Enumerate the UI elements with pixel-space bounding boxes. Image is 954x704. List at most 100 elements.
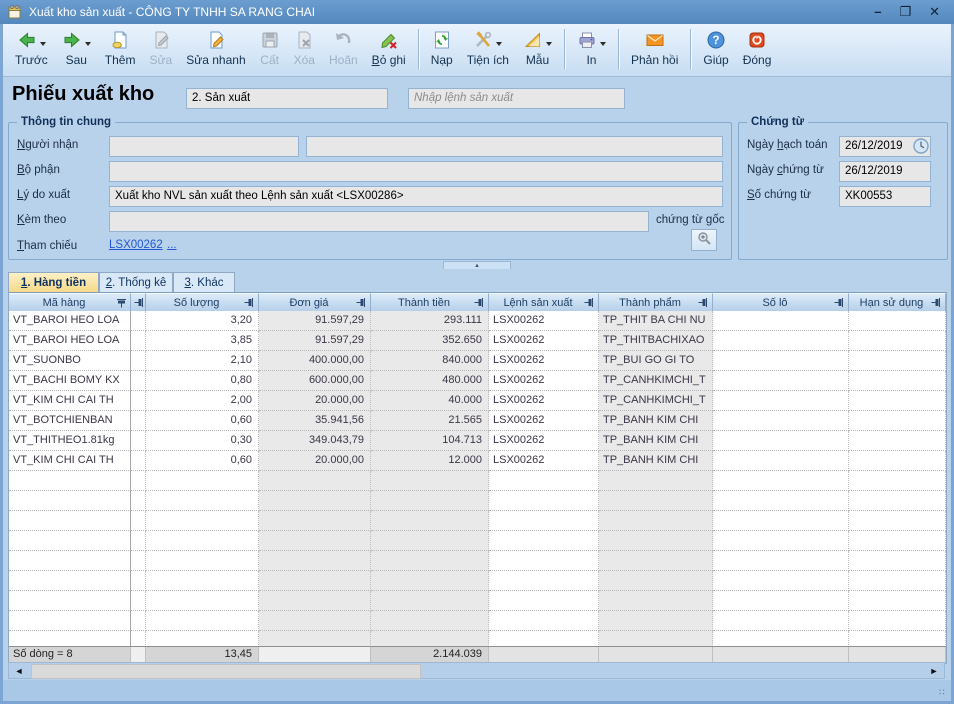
- cell[interactable]: TP_THIT BA CHI NU: [599, 311, 713, 331]
- cell[interactable]: [849, 431, 946, 451]
- toolbar-button-tien-ich[interactable]: Tiện ích: [460, 28, 516, 67]
- cell[interactable]: [713, 311, 849, 331]
- maximize-icon[interactable]: ❐: [899, 0, 911, 24]
- dropdown-caret-icon[interactable]: [85, 42, 91, 46]
- pin-icon[interactable]: [834, 297, 845, 308]
- cell[interactable]: LSX00262: [489, 411, 599, 431]
- cell[interactable]: 91.597,29: [259, 331, 371, 351]
- cell[interactable]: VT_BAROI HEO LOA: [9, 331, 131, 351]
- cell[interactable]: [713, 371, 849, 391]
- cell[interactable]: 91.597,29: [259, 311, 371, 331]
- cell[interactable]: [131, 351, 146, 371]
- cell[interactable]: LSX00262: [489, 351, 599, 371]
- column-header-5[interactable]: Lệnh sản xuất: [489, 293, 599, 311]
- cell[interactable]: [849, 391, 946, 411]
- cell[interactable]: 35.941,56: [259, 411, 371, 431]
- horizontal-scrollbar[interactable]: ◄ ►: [8, 662, 945, 679]
- cell[interactable]: 600.000,00: [259, 371, 371, 391]
- toolbar-button-dong[interactable]: Đóng: [736, 28, 779, 67]
- cell[interactable]: [131, 371, 146, 391]
- cell[interactable]: [131, 391, 146, 411]
- pin-icon[interactable]: [474, 297, 485, 308]
- cell[interactable]: [713, 451, 849, 471]
- cell[interactable]: TP_CANHKIMCHI_T: [599, 391, 713, 411]
- cell[interactable]: [849, 331, 946, 351]
- cell[interactable]: 2,10: [146, 351, 259, 371]
- cell[interactable]: [713, 331, 849, 351]
- cell[interactable]: [131, 451, 146, 471]
- recipient-code-field[interactable]: [109, 136, 299, 157]
- toolbar-button-phan-hoi[interactable]: Phản hồi: [624, 28, 685, 67]
- toolbar-button-nap[interactable]: Nạp: [424, 28, 460, 67]
- cell[interactable]: VT_BAROI HEO LOA: [9, 311, 131, 331]
- column-header-0[interactable]: Mã hàng: [9, 293, 131, 311]
- toolbar-button-sau[interactable]: Sau: [55, 28, 98, 67]
- cell[interactable]: 2,00: [146, 391, 259, 411]
- dropdown-caret-icon[interactable]: [546, 42, 552, 46]
- cell[interactable]: VT_KIM CHI CAI TH: [9, 391, 131, 411]
- cell[interactable]: 0,60: [146, 451, 259, 471]
- toolbar-button-sua-nhanh[interactable]: Sửa nhanh: [179, 28, 252, 67]
- cell[interactable]: VT_THITHEO1.81kg: [9, 431, 131, 451]
- cell[interactable]: 3,20: [146, 311, 259, 331]
- cell[interactable]: TP_THITBACHIXAO: [599, 331, 713, 351]
- cell[interactable]: VT_BOTCHIENBAN: [9, 411, 131, 431]
- production-order-search-input[interactable]: Nhập lệnh sản xuất: [408, 88, 625, 109]
- clock-icon[interactable]: [913, 138, 929, 159]
- cell[interactable]: 349.043,79: [259, 431, 371, 451]
- cell[interactable]: LSX00262: [489, 391, 599, 411]
- dropdown-caret-icon[interactable]: [496, 42, 502, 46]
- toolbar-button-bo-ghi[interactable]: Bỏ ghi: [365, 28, 413, 67]
- cell[interactable]: 20.000,00: [259, 391, 371, 411]
- doc-no-field[interactable]: XK00553: [839, 186, 931, 207]
- pin-vertical-icon[interactable]: [116, 297, 127, 308]
- cell[interactable]: 104.713: [371, 431, 489, 451]
- cell[interactable]: 0,80: [146, 371, 259, 391]
- attach-search-button[interactable]: [691, 229, 717, 251]
- toolbar-button-mau[interactable]: Mẫu: [516, 28, 559, 67]
- scroll-right-icon[interactable]: ►: [926, 663, 942, 678]
- cell[interactable]: 40.000: [371, 391, 489, 411]
- pin-icon[interactable]: [244, 297, 255, 308]
- cell[interactable]: 21.565: [371, 411, 489, 431]
- attached-field[interactable]: [109, 211, 649, 232]
- tab-khac[interactable]: 3. Khác: [173, 272, 235, 292]
- pin-icon[interactable]: [698, 297, 709, 308]
- cell[interactable]: [713, 431, 849, 451]
- cell[interactable]: 840.000: [371, 351, 489, 371]
- column-header-4[interactable]: Thành tiền: [371, 293, 489, 311]
- cell[interactable]: TP_BANH KIM CHI: [599, 451, 713, 471]
- cell[interactable]: [131, 431, 146, 451]
- cell[interactable]: TP_BANH KIM CHI: [599, 431, 713, 451]
- cell[interactable]: [849, 311, 946, 331]
- cell[interactable]: 12.000: [371, 451, 489, 471]
- cell[interactable]: TP_CANHKIMCHI_T: [599, 371, 713, 391]
- column-header-3[interactable]: Đơn giá: [259, 293, 371, 311]
- recipient-name-field[interactable]: [306, 136, 723, 157]
- cell[interactable]: [131, 331, 146, 351]
- cell[interactable]: VT_BACHI BOMY KX: [9, 371, 131, 391]
- department-field[interactable]: [109, 161, 723, 182]
- resize-grip-icon[interactable]: ∷: [939, 689, 951, 701]
- doc-date-field[interactable]: 26/12/2019: [839, 161, 931, 182]
- toolbar-button-truoc[interactable]: Trước: [8, 28, 55, 67]
- doc-type-combo[interactable]: 2. Sản xuất: [186, 88, 388, 109]
- column-header-6[interactable]: Thành phẩm: [599, 293, 713, 311]
- cell[interactable]: [849, 451, 946, 471]
- pin-icon[interactable]: [356, 297, 367, 308]
- cell[interactable]: 3,85: [146, 331, 259, 351]
- toolbar-button-giup[interactable]: ?Giúp: [696, 28, 735, 67]
- dropdown-caret-icon[interactable]: [600, 42, 606, 46]
- cell[interactable]: VT_KIM CHI CAI TH: [9, 451, 131, 471]
- cell[interactable]: [849, 371, 946, 391]
- cell[interactable]: LSX00262: [489, 311, 599, 331]
- dropdown-caret-icon[interactable]: [40, 42, 46, 46]
- cell[interactable]: [131, 311, 146, 331]
- cell[interactable]: [131, 411, 146, 431]
- cell[interactable]: [849, 351, 946, 371]
- cell[interactable]: 293.111: [371, 311, 489, 331]
- cell[interactable]: [713, 351, 849, 371]
- minimize-icon[interactable]: –: [874, 0, 881, 24]
- scroll-left-icon[interactable]: ◄: [11, 663, 27, 678]
- cell[interactable]: LSX00262: [489, 331, 599, 351]
